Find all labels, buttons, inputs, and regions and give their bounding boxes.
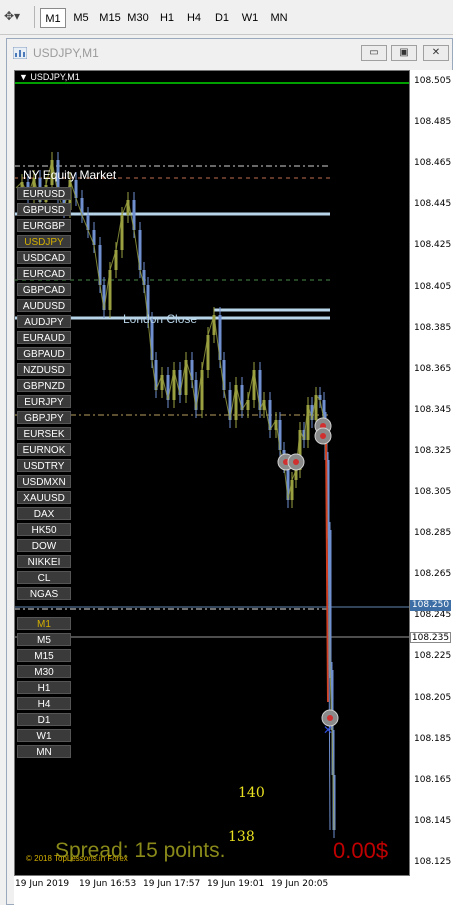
maximize-button[interactable]: ▣	[391, 45, 417, 61]
symbol-button-usdmxn[interactable]: USDMXN	[17, 475, 71, 488]
price-tick-label: 108.365	[414, 363, 452, 374]
symbol-button-gbpaud[interactable]: GBPAUD	[17, 347, 71, 360]
symbol-button-cl[interactable]: CL	[17, 571, 71, 584]
price-tick-label: 108.245	[414, 610, 452, 621]
timeframe-button-w1[interactable]: W1	[17, 729, 71, 742]
trade-cross-icon: ✕	[323, 723, 333, 737]
chart-symbol-label[interactable]: ▼ USDJPY,M1	[19, 72, 80, 82]
toolbar-timeframe-h1[interactable]: H1	[155, 8, 179, 28]
price-tick-label: 108.465	[414, 158, 452, 169]
minimize-button[interactable]: ▭	[361, 45, 387, 61]
symbol-button-usdtry[interactable]: USDTRY	[17, 459, 71, 472]
price-tick-label: 108.205	[414, 692, 452, 703]
symbol-button-gbpusd[interactable]: GBPUSD	[17, 203, 71, 216]
symbol-button-eursek[interactable]: EURSEK	[17, 427, 71, 440]
symbol-button-xauusd[interactable]: XAUUSD	[17, 491, 71, 504]
ny-equity-market-label: NY Equity Market	[23, 168, 117, 182]
window-titlebar[interactable]: USDJPY,M1 ▭ ▣ ✕	[7, 39, 452, 67]
symbol-button-usdcad[interactable]: USDCAD	[17, 251, 71, 264]
price-tick-label: 108.385	[414, 322, 452, 333]
trade-marker-dot	[293, 459, 299, 465]
price-chart[interactable]: ✕	[14, 70, 410, 876]
time-tick-label: 19 Jun 2019	[15, 879, 70, 889]
symbol-button-eurusd[interactable]: EURUSD	[17, 187, 71, 200]
price-tick-label: 108.125	[414, 856, 452, 867]
timeframe-button-m1[interactable]: M1	[17, 617, 71, 630]
price-badge-bid: 108.250	[410, 600, 451, 611]
counter-lower: 138	[228, 829, 255, 845]
price-tick-label: 108.505	[414, 76, 452, 86]
toolbar-timeframe-m15[interactable]: M15	[96, 8, 124, 28]
timeframe-button-d1[interactable]: D1	[17, 713, 71, 726]
time-tick-label: 19 Jun 20:05	[271, 879, 329, 889]
symbol-button-audjpy[interactable]: AUDJPY	[17, 315, 71, 328]
price-tick-label: 108.345	[414, 404, 452, 415]
symbol-button-gbpcad[interactable]: GBPCAD	[17, 283, 71, 296]
price-tick-label: 108.445	[414, 199, 452, 210]
time-tick-label: 19 Jun 17:57	[143, 879, 201, 889]
timeframe-button-m5[interactable]: M5	[17, 633, 71, 646]
toolbar-separator	[34, 6, 35, 28]
price-tick-label: 108.145	[414, 815, 452, 826]
symbol-button-eurjpy[interactable]: EURJPY	[17, 395, 71, 408]
timeframe-button-m30[interactable]: M30	[17, 665, 71, 678]
toolbar-timeframe-h4[interactable]: H4	[182, 8, 206, 28]
toolbar-timeframe-m5[interactable]: M5	[68, 8, 94, 28]
chart-window-icon	[13, 47, 27, 59]
price-axis	[410, 70, 453, 876]
chart-tools-icon[interactable]: ✥▾	[4, 9, 24, 25]
price-badge-crosshair: 108.235	[410, 632, 451, 643]
symbol-button-ngas[interactable]: NGAS	[17, 587, 71, 600]
london-close-label: London Close	[123, 312, 198, 326]
counter-upper: 140	[238, 785, 265, 801]
timeframe-button-h4[interactable]: H4	[17, 697, 71, 710]
window-title: USDJPY,M1	[33, 46, 99, 60]
toolbar: ✥▾ M1 M5 M15 M30 H1 H4 D1 W1 MN	[0, 0, 453, 35]
symbol-button-euraud[interactable]: EURAUD	[17, 331, 71, 344]
collapse-arrow-icon: ▼	[19, 72, 31, 82]
timeframe-button-m15[interactable]: M15	[17, 649, 71, 662]
trade-marker-dot	[320, 433, 326, 439]
price-tick-label: 108.225	[414, 651, 452, 662]
symbol-button-dow[interactable]: DOW	[17, 539, 71, 552]
symbol-button-eurnok[interactable]: EURNOK	[17, 443, 71, 456]
close-button[interactable]: ✕	[423, 45, 449, 61]
price-tick-label: 108.425	[414, 240, 452, 251]
price-tick-label: 108.165	[414, 774, 452, 785]
symbol-button-gbpnzd[interactable]: GBPNZD	[17, 379, 71, 392]
symbol-button-hk50[interactable]: HK50	[17, 523, 71, 536]
symbol-button-usdjpy[interactable]: USDJPY	[17, 235, 71, 248]
price-tick-label: 108.405	[414, 281, 452, 292]
price-tick-label: 108.185	[414, 733, 452, 744]
profit-text: 0.00$	[333, 838, 389, 863]
chart-symbol-text: USDJPY,M1	[30, 72, 80, 82]
time-tick-label: 19 Jun 16:53	[79, 879, 137, 889]
symbol-button-audusd[interactable]: AUDUSD	[17, 299, 71, 312]
symbol-button-nzdusd[interactable]: NZDUSD	[17, 363, 71, 376]
price-tick-label: 108.305	[414, 487, 452, 497]
price-tick-label: 108.485	[414, 117, 452, 128]
price-tick-label: 108.285	[414, 528, 452, 539]
timeframe-button-h1[interactable]: H1	[17, 681, 71, 694]
symbol-button-dax[interactable]: DAX	[17, 507, 71, 520]
toolbar-timeframe-m30[interactable]: M30	[124, 8, 152, 28]
toolbar-timeframe-w1[interactable]: W1	[238, 8, 262, 28]
symbol-button-gbpjpy[interactable]: GBPJPY	[17, 411, 71, 424]
copyright-text: © 2018 TopLessons.in Forex	[26, 854, 128, 863]
price-tick-label: 108.265	[414, 569, 452, 580]
symbol-button-eurgbp[interactable]: EURGBP	[17, 219, 71, 232]
time-tick-label: 19 Jun 19:01	[207, 879, 265, 889]
timeframe-button-mn[interactable]: MN	[17, 745, 71, 758]
symbol-button-eurcad[interactable]: EURCAD	[17, 267, 71, 280]
toolbar-timeframe-m1[interactable]: M1	[40, 8, 66, 28]
price-tick-label: 108.325	[414, 445, 452, 456]
symbol-button-nikkei[interactable]: NIKKEI	[17, 555, 71, 568]
toolbar-timeframe-d1[interactable]: D1	[210, 8, 234, 28]
toolbar-timeframe-mn[interactable]: MN	[266, 8, 292, 28]
trade-marker-dot	[327, 715, 333, 721]
